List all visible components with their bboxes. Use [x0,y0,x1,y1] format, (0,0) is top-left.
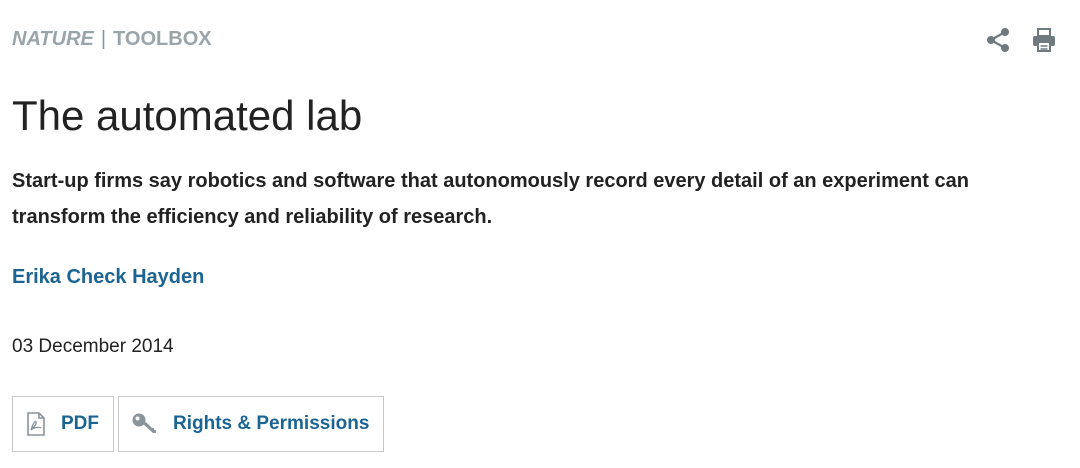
section-kicker: NATURE | TOOLBOX [12,28,212,51]
pdf-icon [25,412,47,436]
rights-permissions-button[interactable]: Rights & Permissions [118,396,385,452]
publication-date: 03 December 2014 [12,336,174,357]
share-icon [985,27,1011,58]
print-icon [1031,27,1057,58]
share-button[interactable] [984,27,1012,58]
pdf-button[interactable]: PDF [12,396,114,452]
journal-name: NATURE [12,28,94,50]
print-button[interactable] [1030,27,1058,58]
article-tools: PDF Rights & Permissions [12,396,385,452]
author-link[interactable]: Erika Check Hayden [12,266,204,289]
rights-permissions-label: Rights & Permissions [173,413,370,434]
section-name: TOOLBOX [113,28,212,50]
pdf-label: PDF [61,413,99,434]
kicker-separator: | [100,28,107,50]
article-title: The automated lab [12,92,363,139]
article-standfirst: Start-up firms say robotics and software… [12,170,969,228]
article-actions [984,27,1058,58]
key-icon [131,412,159,436]
